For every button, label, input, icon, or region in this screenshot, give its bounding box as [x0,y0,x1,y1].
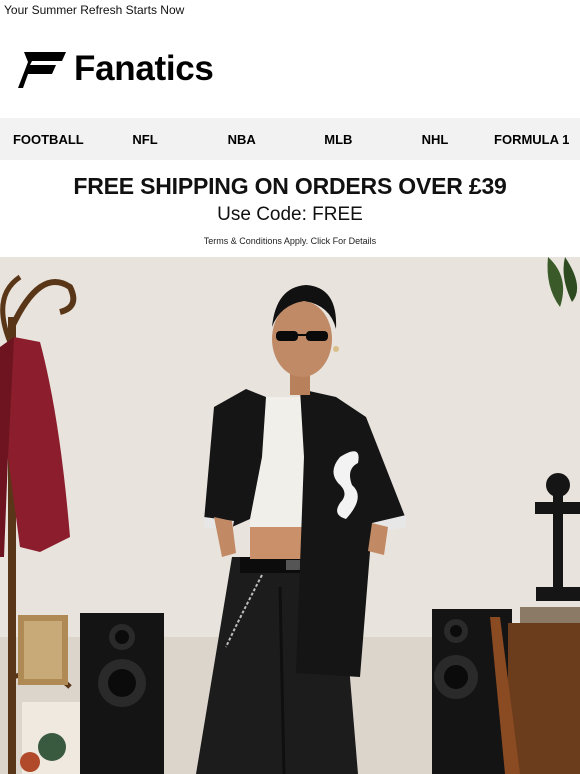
promo-code-line: Use Code: FREE [217,204,363,225]
fanatics-flag-icon [18,52,66,88]
nav-item-nba[interactable]: NBA [193,118,290,160]
shipping-promo: FREE SHIPPING ON ORDERS OVER £39 Use Cod… [0,172,580,247]
brand-wordmark: Fanatics [74,49,214,88]
promo-headline: FREE SHIPPING ON ORDERS OVER £39 [73,173,507,199]
hero-photo-illustration [0,257,580,774]
nav-item-nfl[interactable]: NFL [97,118,194,160]
nav-item-nhl[interactable]: NHL [387,118,484,160]
nav-item-formula-1[interactable]: FORMULA 1 [483,118,580,160]
nav-item-football[interactable]: FOOTBALL [0,118,97,160]
fanatics-logo[interactable]: Fanatics [18,46,214,92]
hero-image[interactable] [0,257,580,774]
terms-link[interactable]: Terms & Conditions Apply. Click For Deta… [0,235,580,247]
preheader-text: Your Summer Refresh Starts Now [4,3,185,17]
main-nav: FOOTBALL NFL NBA MLB NHL FORMULA 1 [0,118,580,160]
nav-item-mlb[interactable]: MLB [290,118,387,160]
